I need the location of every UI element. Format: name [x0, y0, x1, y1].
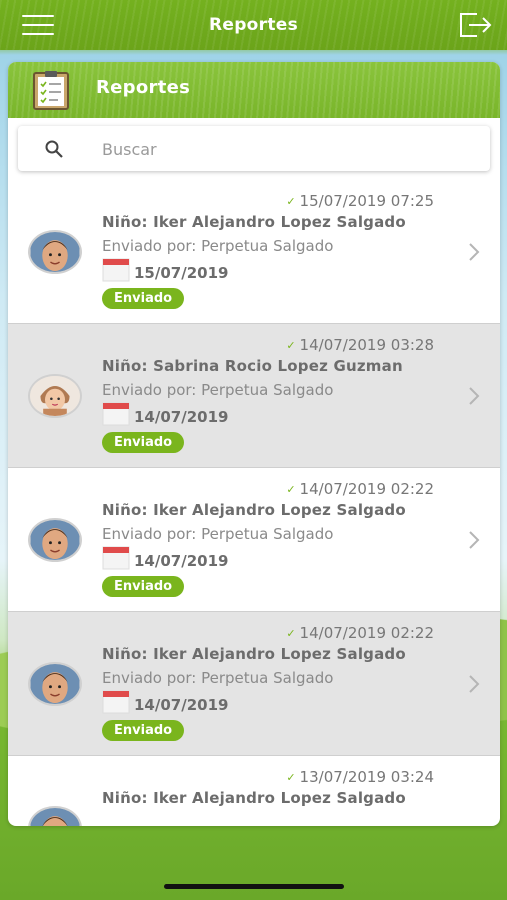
child-name: Niño: Iker Alejandro Lopez Salgado — [102, 501, 406, 519]
card-title: Reportes — [96, 77, 191, 98]
reports-card: Reportes ✓15/07/2019 07:25 Niño: Iker Al… — [8, 62, 500, 826]
home-indicator — [164, 884, 344, 889]
check-icon: ✓ — [286, 194, 296, 208]
card-header: Reportes — [8, 62, 500, 118]
list-item[interactable]: ✓ 13/07/2019 03:24 Niño: Iker Alejandro L… — [8, 756, 500, 826]
sent-time: ✓ 14/07/2019 02:22 — [286, 624, 434, 642]
sent-time: ✓ 14/07/2019 02:22 — [286, 480, 434, 498]
report-date: 14/07/2019 — [134, 552, 229, 570]
calendar-icon — [102, 258, 130, 282]
list-item[interactable]: ✓ 14/07/2019 03:28 Niño: Sabrina Rocio Lo… — [8, 324, 500, 468]
calendar-icon — [102, 690, 130, 714]
sent-time: ✓ 14/07/2019 03:28 — [286, 336, 434, 354]
calendar-icon — [102, 402, 130, 426]
status-badge: Enviado — [102, 288, 185, 309]
check-icon: ✓ — [286, 770, 296, 784]
report-date: 15/07/2019 — [134, 264, 229, 282]
child-name: Niño: Iker Alejandro Lopez Salgado — [102, 213, 406, 231]
sent-time: ✓ 13/07/2019 03:24 — [286, 768, 434, 786]
calendar-icon — [102, 546, 130, 570]
header-title: Reportes — [208, 15, 299, 35]
status-badge: Enviado — [102, 720, 185, 741]
avatar — [28, 374, 82, 418]
report-date: 14/07/2019 — [134, 696, 229, 714]
child-name: Niño: Sabrina Rocio Lopez Guzman — [102, 357, 403, 375]
hamburger-menu-icon[interactable] — [22, 15, 54, 35]
chevron-right-icon — [469, 531, 480, 549]
avatar — [28, 518, 82, 562]
child-name: Niño: Iker Alejandro Lopez Salgado — [102, 645, 406, 663]
avatar — [28, 806, 82, 826]
status-badge: Enviado — [102, 576, 185, 597]
report-date: 14/07/2019 — [134, 408, 229, 426]
status-badge: Enviado — [102, 432, 185, 453]
check-icon: ✓ — [286, 482, 296, 496]
sender-name: Enviado por: Perpetua Salgado — [102, 381, 334, 399]
check-icon: ✓ — [286, 626, 296, 640]
sender-name: Enviado por: Perpetua Salgado — [102, 525, 334, 543]
search-input[interactable] — [102, 136, 462, 162]
sent-time: ✓ 15/07/2019 07:25 — [286, 192, 434, 210]
list-item[interactable]: ✓ 15/07/2019 07:25 Niño: Iker Alejandro L… — [8, 180, 500, 324]
avatar — [28, 662, 82, 706]
list-item[interactable]: ✓ 14/07/2019 02:22 Niño: Iker Alejandro L… — [8, 612, 500, 756]
sender-name: Enviado por: Perpetua Salgado — [102, 669, 334, 687]
clipboard-icon — [33, 71, 69, 110]
avatar — [28, 230, 82, 274]
chevron-right-icon — [469, 675, 480, 693]
app-header: Reportes — [0, 0, 507, 50]
logout-icon[interactable] — [457, 11, 493, 39]
child-name: Niño: Iker Alejandro Lopez Salgado — [102, 789, 406, 807]
list-item[interactable]: ✓ 14/07/2019 02:22 Niño: Iker Alejandro L… — [8, 468, 500, 612]
sender-name: Enviado por: Perpetua Salgado — [102, 237, 334, 255]
chevron-right-icon — [469, 387, 480, 405]
check-icon: ✓ — [286, 338, 296, 352]
search-bar[interactable] — [18, 126, 490, 171]
chevron-right-icon — [469, 243, 480, 261]
search-icon — [45, 140, 63, 158]
reports-list: ✓ 15/07/2019 07:25 Niño: Iker Alejandro L… — [8, 180, 500, 826]
